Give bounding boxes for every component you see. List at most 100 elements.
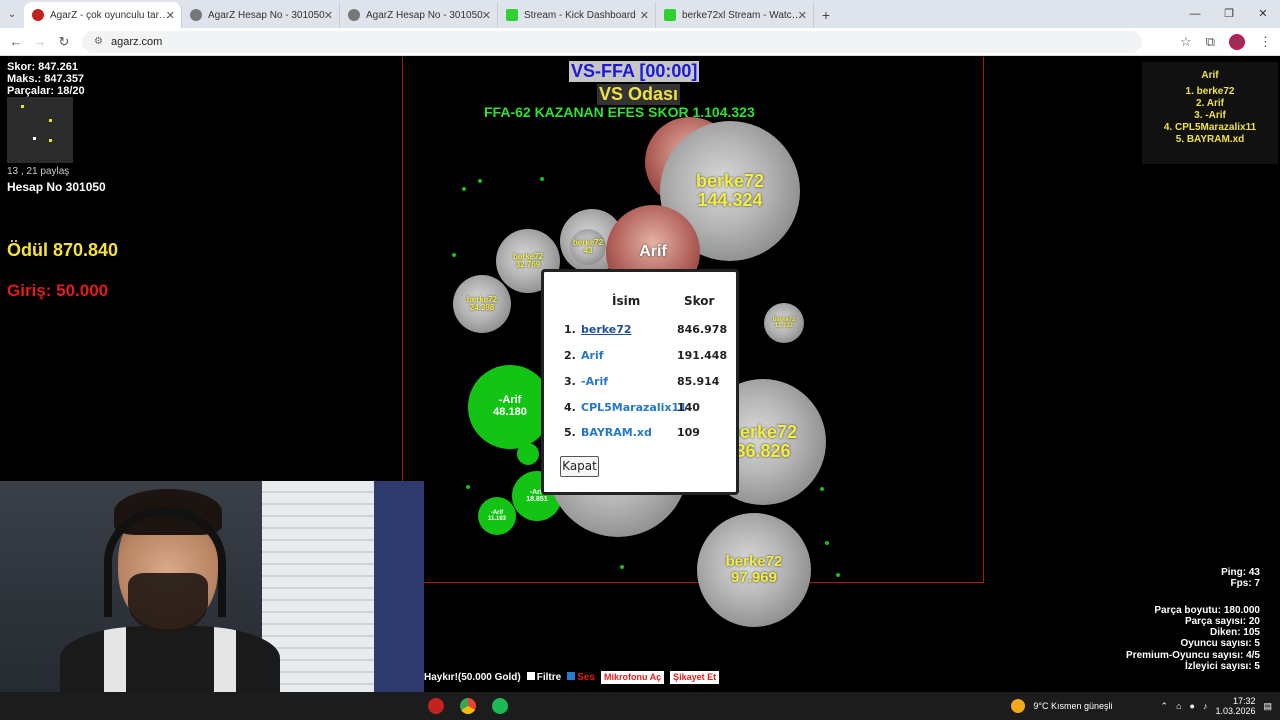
game-controls: Haykır!(50.000 Gold) Filtre Ses Mikrofon… <box>424 669 720 685</box>
tab-search-icon[interactable]: ⌄ <box>0 2 24 28</box>
share-coords[interactable]: 13 , 21 paylaş <box>7 166 69 177</box>
player-link[interactable]: -Arif <box>581 375 608 388</box>
player-cell: -Arif 48.180 <box>468 365 552 449</box>
tab-agarz[interactable]: AgarZ - çok oyunculu tarayıcı o ✕ <box>24 2 182 28</box>
player-link[interactable]: BAYRAM.xd <box>581 426 652 439</box>
score-text: Skor: 847.261 <box>7 61 78 73</box>
reload-icon[interactable]: ↻ <box>52 34 76 50</box>
forward-icon[interactable]: → <box>28 34 52 49</box>
food-pellet <box>540 177 544 181</box>
obs-icon[interactable] <box>428 698 444 714</box>
close-icon[interactable]: ✕ <box>166 9 175 22</box>
chrome-icon[interactable] <box>460 698 476 714</box>
leaderboard-entry: 5. BAYRAM.xd <box>1175 134 1245 145</box>
player-score: 85.914 <box>677 375 720 388</box>
cell-name: berke72 <box>695 171 765 192</box>
sound-label: Ses <box>577 671 595 683</box>
cell-name: Arif <box>639 242 667 260</box>
screen: ⌄ AgarZ - çok oyunculu tarayıcı o ✕ Agar… <box>0 0 1280 720</box>
close-window-icon[interactable]: ✕ <box>1246 0 1280 28</box>
system-tray: 9°C Kısmen güneşli ⌃ ⌂ ● ♪ 17:32 1.03.20… <box>1011 696 1272 716</box>
tab-kick-stream[interactable]: berke72xl Stream - Watch Live ✕ <box>656 2 814 28</box>
player-link[interactable]: berke72 <box>581 323 632 336</box>
weather-text[interactable]: 9°C Kısmen güneşli <box>1033 701 1112 711</box>
kick-icon <box>506 9 518 21</box>
close-icon[interactable]: ✕ <box>640 9 649 22</box>
entry-fee-text: Giriş: 50.000 <box>7 281 109 300</box>
rank: 1. <box>564 323 576 336</box>
bookmark-star-icon[interactable]: ☆ <box>1180 34 1192 50</box>
player-cell: berke72 11.722 <box>764 303 804 343</box>
game-canvas[interactable]: Skor: 847.261 Maks.: 847.357 Parçalar: 1… <box>0 57 1280 692</box>
weather-icon[interactable] <box>1011 699 1026 713</box>
tab-kick-dashboard[interactable]: Stream - Kick Dashboard ✕ <box>498 2 656 28</box>
cell-name: berke72 <box>725 553 783 571</box>
cell-score: 18.851 <box>526 496 548 503</box>
food-pellet <box>478 179 482 183</box>
tab-title: AgarZ Hesap No - 301050 <box>366 9 483 21</box>
menu-kebab-icon[interactable]: ⋮ <box>1259 34 1272 50</box>
shout-button[interactable]: Haykır!(50.000 Gold) <box>424 672 521 683</box>
tray-chevron-icon[interactable]: ⌃ <box>1161 701 1169 712</box>
results-row: 4. CPL5Marazalix11 140 <box>544 401 736 417</box>
results-row: 5. BAYRAM.xd 109 <box>544 426 736 442</box>
kick-icon <box>664 9 676 21</box>
minimap-dot <box>21 105 24 108</box>
mic-icon[interactable]: ● <box>1190 701 1195 711</box>
cell-score: 36.826 <box>735 441 791 461</box>
time-text: 17:32 <box>1232 696 1256 706</box>
players-text: Oyuncu sayısı: 5 <box>1180 638 1260 650</box>
clock[interactable]: 17:32 1.03.2026 <box>1215 696 1255 716</box>
new-tab-icon[interactable]: + <box>814 2 838 28</box>
globe-icon <box>348 9 360 21</box>
cell-score: 24.398 <box>469 303 495 312</box>
score-panel: Skor: 847.261 Maks.: 847.357 Parçalar: 1… <box>7 61 85 97</box>
server-stats: Ping: 43 Fps: 7 Parça boyutu: 180.000 Pa… <box>1126 567 1260 672</box>
spotify-icon[interactable] <box>492 698 508 714</box>
account-number: Hesap No 301050 <box>7 180 106 194</box>
filter-checkbox[interactable]: Filtre <box>526 671 561 683</box>
player-link[interactable]: CPL5Marazalix11 <box>581 401 687 414</box>
headset-icon <box>104 507 226 617</box>
viewers-text: İzleyici sayısı: 5 <box>1184 661 1260 673</box>
profile-avatar[interactable]: M <box>1229 33 1245 50</box>
rank: 2. <box>564 349 576 362</box>
volume-icon[interactable]: ♪ <box>1203 701 1208 711</box>
food-pellet <box>620 565 624 569</box>
checkbox-checked-icon[interactable] <box>567 671 576 680</box>
tab-account-2[interactable]: AgarZ Hesap No - 301050 ✕ <box>340 2 498 28</box>
tab-account-1[interactable]: AgarZ Hesap No - 301050 ✕ <box>182 2 340 28</box>
cell-score: 48.180 <box>493 406 527 418</box>
address-bar[interactable]: ⚙ agarz.com <box>82 30 1142 53</box>
player-cell: berke72 97.969 <box>697 513 811 627</box>
close-icon[interactable]: ✕ <box>798 9 807 22</box>
tab-title: AgarZ - çok oyunculu tarayıcı o <box>50 9 170 21</box>
minimap <box>7 97 73 163</box>
minimize-icon[interactable]: — <box>1178 0 1212 28</box>
shout-label: Haykır!(50.000 Gold) <box>424 671 521 683</box>
sound-checkbox[interactable]: Ses <box>567 671 595 683</box>
webcam-wall <box>374 481 424 692</box>
report-button[interactable]: Şikayet Et <box>670 670 720 684</box>
network-icon[interactable]: ⌂ <box>1176 701 1181 711</box>
player-link[interactable]: Arif <box>581 349 604 362</box>
player-score: 846.978 <box>677 323 728 336</box>
mic-button[interactable]: Mikrofonu Aç <box>600 670 665 684</box>
restore-icon[interactable]: ❐ <box>1212 0 1246 28</box>
tab-title: berke72xl Stream - Watch Live <box>682 9 802 21</box>
toolbar-tools: ☆ ⧉ M ⋮ <box>1180 33 1272 50</box>
column-name-header: İsim <box>612 294 641 308</box>
extensions-icon[interactable]: ⧉ <box>1206 34 1215 50</box>
close-button[interactable]: Kapat <box>560 456 599 477</box>
back-icon[interactable]: ← <box>4 34 28 49</box>
piece-count-text: Parça sayısı: 20 <box>1184 615 1260 627</box>
close-icon[interactable]: ✕ <box>482 9 491 22</box>
site-info-icon[interactable]: ⚙ <box>94 36 103 47</box>
player-cell: berke72 24.398 <box>453 275 511 333</box>
notification-icon[interactable]: ▤ <box>1263 701 1272 712</box>
checkbox-icon[interactable] <box>526 671 535 680</box>
cell-score: 144.324 <box>697 190 763 210</box>
leaderboard-entry: 1. berke72 <box>1185 86 1235 97</box>
close-icon[interactable]: ✕ <box>324 9 333 22</box>
webcam-overlay <box>0 481 424 692</box>
